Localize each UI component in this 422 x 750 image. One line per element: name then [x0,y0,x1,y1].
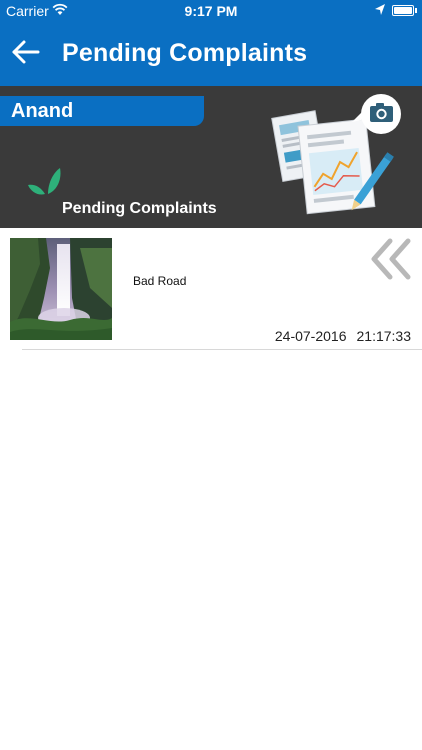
battery-level [394,7,412,14]
complaint-date: 24-07-2016 [274,328,347,344]
user-name-tab: Anand [0,96,204,126]
page-title: Pending Complaints [62,39,308,67]
complaint-row[interactable]: Bad Road 24-07-2016 21:17:33 [0,228,422,350]
back-arrow-icon[interactable] [10,36,42,68]
clock: 9:17 PM [184,3,238,19]
complaint-time: 21:17:33 [356,328,412,344]
nav-bar: Pending Complaints [0,22,422,86]
complaint-description: Bad Road [133,274,187,288]
battery-icon [392,5,417,16]
documents-chart-illustration [271,94,401,215]
complaint-list: Bad Road 24-07-2016 21:17:33 [0,228,422,350]
banner-subtitle: Pending Complaints [62,200,217,217]
leaf-icon [28,168,61,195]
status-bar: Carrier 9:17 PM [0,0,422,22]
row-divider [22,349,422,350]
battery-nub [415,8,417,13]
header-banner: Anand Pending Complaints [0,86,422,228]
complaint-datetime: 24-07-2016 21:17:33 [275,328,411,344]
double-chevron-left-icon[interactable] [368,238,414,280]
location-arrow-icon [375,4,385,15]
user-name: Anand [11,100,74,122]
complaint-thumbnail [10,238,112,340]
